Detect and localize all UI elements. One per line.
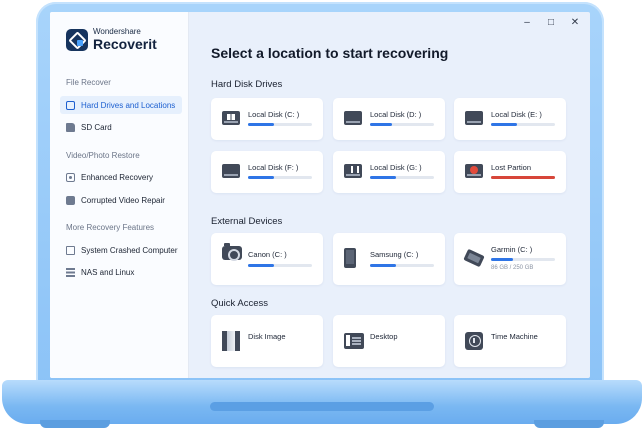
phone-icon [344,248,356,268]
usage-bar [370,123,434,126]
desktop-icon [344,333,364,349]
brand-product: Recoverit [93,36,157,52]
usage-bar [370,264,434,267]
section-file-recover: File Recover [66,78,111,87]
hard-drive-icon [66,100,75,110]
quick-access-disk-image[interactable]: Disk Image [211,315,323,367]
time-machine-icon [465,332,483,350]
window-controls: – □ ✕ [522,18,580,28]
quick-access-time-machine[interactable]: Time Machine [454,315,566,367]
device-card-garmin[interactable]: Garmin (C: ) 86 GB / 250 GB [454,233,566,285]
drive-card-d[interactable]: Local Disk (D: ) [333,98,445,140]
usage-bar [491,123,555,126]
laptop-foot-left [40,420,110,428]
brand-company: Wondershare [93,27,141,36]
drive-icon [222,164,240,178]
section-more-recovery: More Recovery Features [66,223,155,232]
sidebar-item-hard-drives[interactable]: Hard Drives and Locations [60,96,182,114]
nas-icon [66,267,75,277]
usb-drive-icon [344,164,362,178]
disk-image-icon [222,331,240,351]
usage-bar [370,176,434,179]
enhanced-recovery-icon [66,172,75,182]
video-repair-icon [66,195,75,205]
windows-drive-icon [222,111,240,125]
computer-icon [66,245,75,255]
device-card-canon[interactable]: Canon (C: ) [211,233,323,285]
main-content: – □ ✕ Select a location to start recover… [189,12,590,378]
drive-label: Lost Partion [491,163,532,172]
drive-icon [465,111,483,125]
drive-label: Local Disk (G: ) [370,163,422,172]
drive-icon [344,111,362,125]
usage-bar [248,123,312,126]
section-video-photo-restore: Video/Photo Restore [66,151,140,160]
usage-bar [491,258,555,261]
lost-partition-icon [465,164,483,178]
gps-device-icon [463,248,485,268]
device-label: Garmin (C: ) [491,245,533,254]
usage-bar-fill [248,176,274,179]
sidebar: Wondershare Recoverit File Recover Hard … [50,12,189,378]
device-storage-size: 86 GB / 250 GB [491,265,534,271]
usage-bar [248,264,312,267]
sidebar-item-enhanced-recovery[interactable]: Enhanced Recovery [60,168,182,186]
device-card-samsung[interactable]: Samsung (C: ) [333,233,445,285]
device-label: Canon (C: ) [248,250,287,259]
sidebar-item-sd-card[interactable]: SD Card [60,118,182,136]
usage-bar-fill [370,123,393,126]
quick-access-label: Disk Image [248,332,286,341]
laptop-opening-notch [210,402,434,411]
quick-access-desktop[interactable]: Desktop [333,315,445,367]
quick-access-label: Desktop [370,332,398,341]
page-title: Select a location to start recovering [211,45,449,61]
camera-icon [222,243,242,261]
sidebar-item-corrupted-video-repair[interactable]: Corrupted Video Repair [60,191,182,209]
minimize-button[interactable]: – [522,18,532,28]
drive-label: Local Disk (E: ) [491,110,542,119]
sidebar-item-label: NAS and Linux [81,267,135,277]
usage-bar-fill [248,264,274,267]
quick-access-label: Time Machine [491,332,538,341]
sidebar-item-nas-linux[interactable]: NAS and Linux [60,263,182,281]
close-button[interactable]: ✕ [570,18,580,28]
drive-card-e[interactable]: Local Disk (E: ) [454,98,566,140]
app-logo: Wondershare Recoverit [66,28,157,51]
maximize-button[interactable]: □ [546,18,556,28]
drive-card-g[interactable]: Local Disk (G: ) [333,151,445,193]
usage-bar-fill [370,176,396,179]
device-label: Samsung (C: ) [370,250,419,259]
usage-bar [248,176,312,179]
sidebar-item-label: Corrupted Video Repair [81,195,165,205]
sd-card-icon [66,122,75,132]
section-quick-access: Quick Access [211,298,269,309]
usage-bar-fill [370,264,396,267]
usage-bar-fill [491,123,517,126]
section-external-devices: External Devices [211,216,283,227]
drive-card-c[interactable]: Local Disk (C: ) [211,98,323,140]
drive-card-f[interactable]: Local Disk (F: ) [211,151,323,193]
recoverit-logo-icon [66,28,88,51]
section-hard-disk-drives: Hard Disk Drives [211,79,283,90]
drive-label: Local Disk (D: ) [370,110,422,119]
drive-label: Local Disk (C: ) [248,110,300,119]
sidebar-item-label: System Crashed Computer [81,245,178,255]
usage-bar-fill [248,123,274,126]
app-window: Wondershare Recoverit File Recover Hard … [50,12,590,378]
drive-card-lost-partition[interactable]: Lost Partion [454,151,566,193]
sidebar-item-label: SD Card [81,122,112,132]
usage-bar-fill [491,176,555,179]
laptop-foot-right [534,420,604,428]
usage-bar [491,176,555,179]
sidebar-item-system-crashed[interactable]: System Crashed Computer [60,241,182,259]
drive-label: Local Disk (F: ) [248,163,299,172]
usage-bar-fill [491,258,513,261]
sidebar-item-label: Enhanced Recovery [81,172,154,182]
sidebar-item-label: Hard Drives and Locations [81,100,176,110]
